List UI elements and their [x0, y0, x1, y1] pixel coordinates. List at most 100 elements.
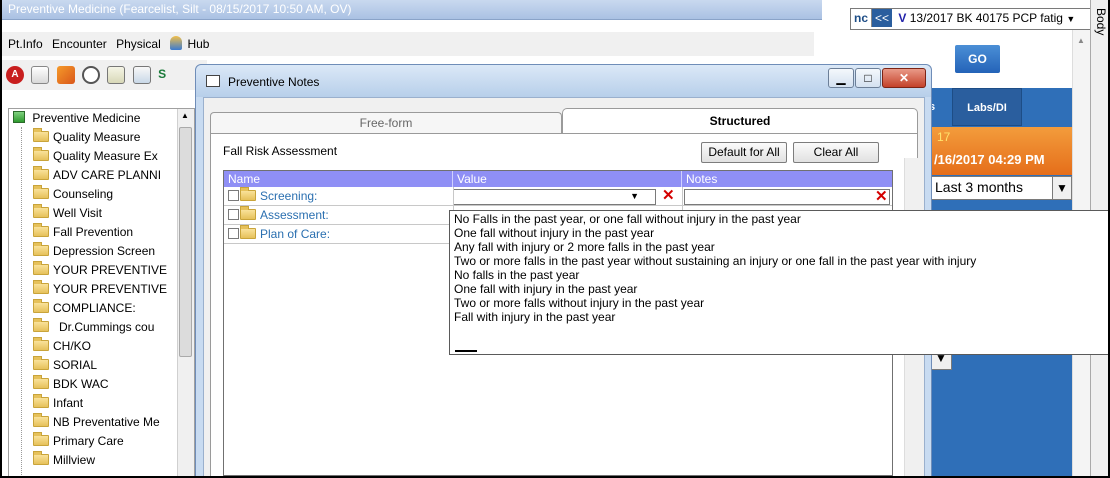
tree-item[interactable]: Dr.Cummings cou — [33, 318, 183, 337]
tree-item[interactable]: YOUR PREVENTIVE — [33, 280, 183, 299]
tree-item-label: Quality Measure Ex — [53, 149, 158, 163]
row-checkbox[interactable] — [228, 190, 239, 201]
tree-root[interactable]: Preventive Medicine — [13, 111, 140, 125]
notes-field[interactable] — [684, 189, 890, 205]
tree-item[interactable]: BDK WAC — [33, 375, 183, 394]
chart-icon[interactable] — [132, 66, 151, 84]
nav-prefix[interactable]: nc — [851, 9, 873, 27]
tree-item[interactable]: NB Preventative Me — [33, 413, 183, 432]
tree-item[interactable]: YOUR PREVENTIVE — [33, 261, 183, 280]
tree-item[interactable]: Counseling — [33, 185, 183, 204]
close-button[interactable]: ✕ — [882, 68, 926, 88]
tree-item[interactable]: Primary Care — [33, 432, 183, 451]
tree-item-label: SORIAL — [53, 358, 98, 372]
column-header-value[interactable]: Value — [453, 171, 682, 187]
value-combobox[interactable]: ▼ — [453, 189, 656, 205]
row-checkbox[interactable] — [228, 209, 239, 220]
dropdown-option[interactable]: One fall with injury in the past year — [454, 282, 1107, 296]
tab-free-form[interactable]: Free-form — [210, 112, 562, 134]
menu-bar: Pt.Info Encounter Physical Hub — [2, 32, 814, 56]
tree-item[interactable]: Millview — [33, 451, 183, 470]
folder-icon — [240, 225, 256, 239]
user-icon[interactable] — [82, 66, 101, 84]
tree-item[interactable]: COMPLIANCE: — [33, 299, 183, 318]
table-row[interactable]: Screening: ▼ ✕ ✕ — [224, 187, 892, 206]
tree-item-label: Fall Prevention — [53, 225, 134, 239]
tree-scroll-thumb[interactable] — [179, 127, 192, 357]
tree-item[interactable]: Quality Measure Ex — [33, 147, 183, 166]
section-label: Fall Risk Assessment — [223, 144, 338, 158]
column-header-name[interactable]: Name — [224, 171, 453, 187]
dropdown-option[interactable]: Any fall with injury or 2 more falls in … — [454, 240, 1107, 254]
clear-notes-icon[interactable]: ✕ — [875, 189, 888, 204]
tree-item-label: CH/KO — [53, 339, 92, 353]
folder-icon — [33, 166, 49, 180]
tree-scrollbar[interactable]: ▲ — [177, 109, 194, 476]
scroll-up-icon[interactable]: ▲ — [181, 111, 189, 120]
tree-item-label: NB Preventative Me — [53, 415, 160, 429]
clear-all-button[interactable]: Clear All — [793, 142, 879, 163]
range-select[interactable]: Last 3 months ▼ — [930, 176, 1072, 200]
value-dropdown-list[interactable]: No Falls in the past year, or one fall w… — [449, 210, 1108, 355]
menu-item-hub[interactable]: Hub — [187, 37, 209, 51]
alert-icon[interactable]: A — [6, 66, 24, 84]
protocol-tree[interactable]: Preventive Medicine Quality Measure Qual… — [8, 108, 195, 476]
chevron-down-icon[interactable]: ▼ — [1066, 14, 1075, 24]
folder-icon — [33, 337, 49, 351]
folder-icon — [33, 299, 49, 313]
list-icon[interactable] — [107, 66, 126, 84]
nav-back-button[interactable]: << — [872, 9, 893, 27]
tab-labs[interactable]: Labs/DI — [952, 88, 1022, 126]
menu-item-physical[interactable]: Physical — [116, 37, 161, 51]
default-for-all-button[interactable]: Default for All — [701, 142, 787, 163]
maximize-button[interactable]: □ — [855, 68, 881, 88]
grid-header: Name Value Notes — [224, 171, 892, 187]
dropdown-option[interactable]: No Falls in the past year, or one fall w… — [454, 212, 1107, 226]
dialog-icon — [206, 75, 220, 87]
hub-icon — [170, 36, 183, 50]
tree-item[interactable]: CH/KO — [33, 337, 183, 356]
visit-v-icon: V — [898, 11, 907, 25]
tree-item[interactable]: Fall Prevention — [33, 223, 183, 242]
edit-icon[interactable] — [56, 66, 75, 84]
minimize-button[interactable]: ▁ — [828, 68, 854, 88]
folder-icon — [240, 187, 256, 201]
menu-item-ptinfo[interactable]: Pt.Info — [8, 37, 43, 51]
scroll-up-icon[interactable]: ▲ — [1077, 36, 1085, 45]
visit-selector[interactable]: 13/2017 BK 40175 PCP fatig — [910, 11, 1063, 25]
folder-icon — [240, 206, 256, 220]
clear-value-icon[interactable]: ✕ — [662, 188, 675, 203]
copy-icon[interactable] — [31, 66, 50, 84]
chevron-down-icon[interactable]: ▼ — [630, 191, 639, 201]
dropdown-option[interactable]: No falls in the past year — [454, 268, 1107, 282]
tab-partial[interactable]: s — [929, 88, 949, 126]
tree-root-label: Preventive Medicine — [32, 111, 141, 125]
row-checkbox[interactable] — [228, 228, 239, 239]
go-button[interactable]: GO — [955, 45, 1000, 73]
tree-item-label: YOUR PREVENTIVE — [53, 263, 168, 277]
dropdown-option[interactable]: Two or more falls in the past year witho… — [454, 254, 1107, 268]
row-name: Screening: — [260, 189, 318, 203]
tree-item-label: Dr.Cummings cou — [59, 320, 155, 334]
text-cursor — [455, 350, 477, 352]
tree-item[interactable]: Quality Measure — [33, 128, 183, 147]
dropdown-option[interactable]: Two or more falls without injury in the … — [454, 296, 1107, 310]
body-label[interactable]: Body — [1094, 8, 1108, 35]
toolbar: A S — [2, 60, 207, 90]
tree-item[interactable]: Infant — [33, 394, 183, 413]
tree-item[interactable]: SORIAL — [33, 356, 183, 375]
folder-icon — [33, 318, 49, 332]
dropdown-option[interactable]: One fall without injury in the past year — [454, 226, 1107, 240]
tree-item[interactable]: ADV CARE PLANNI — [33, 166, 183, 185]
tree-item[interactable]: Well Visit — [33, 204, 183, 223]
folder-icon — [33, 185, 49, 199]
column-header-notes[interactable]: Notes — [682, 171, 892, 187]
chevron-down-icon[interactable]: ▼ — [1052, 176, 1072, 200]
tree-item-label: Depression Screen — [53, 244, 156, 258]
dialog-titlebar[interactable]: Preventive Notes ▁ □ ✕ — [196, 65, 931, 97]
menu-item-encounter[interactable]: Encounter — [52, 37, 107, 51]
main-window-title: Preventive Medicine (Fearcelist, Silt - … — [8, 2, 352, 16]
tree-item[interactable]: Depression Screen — [33, 242, 183, 261]
dropdown-option[interactable]: Fall with injury in the past year — [454, 310, 1107, 324]
tab-structured[interactable]: Structured — [562, 108, 918, 134]
